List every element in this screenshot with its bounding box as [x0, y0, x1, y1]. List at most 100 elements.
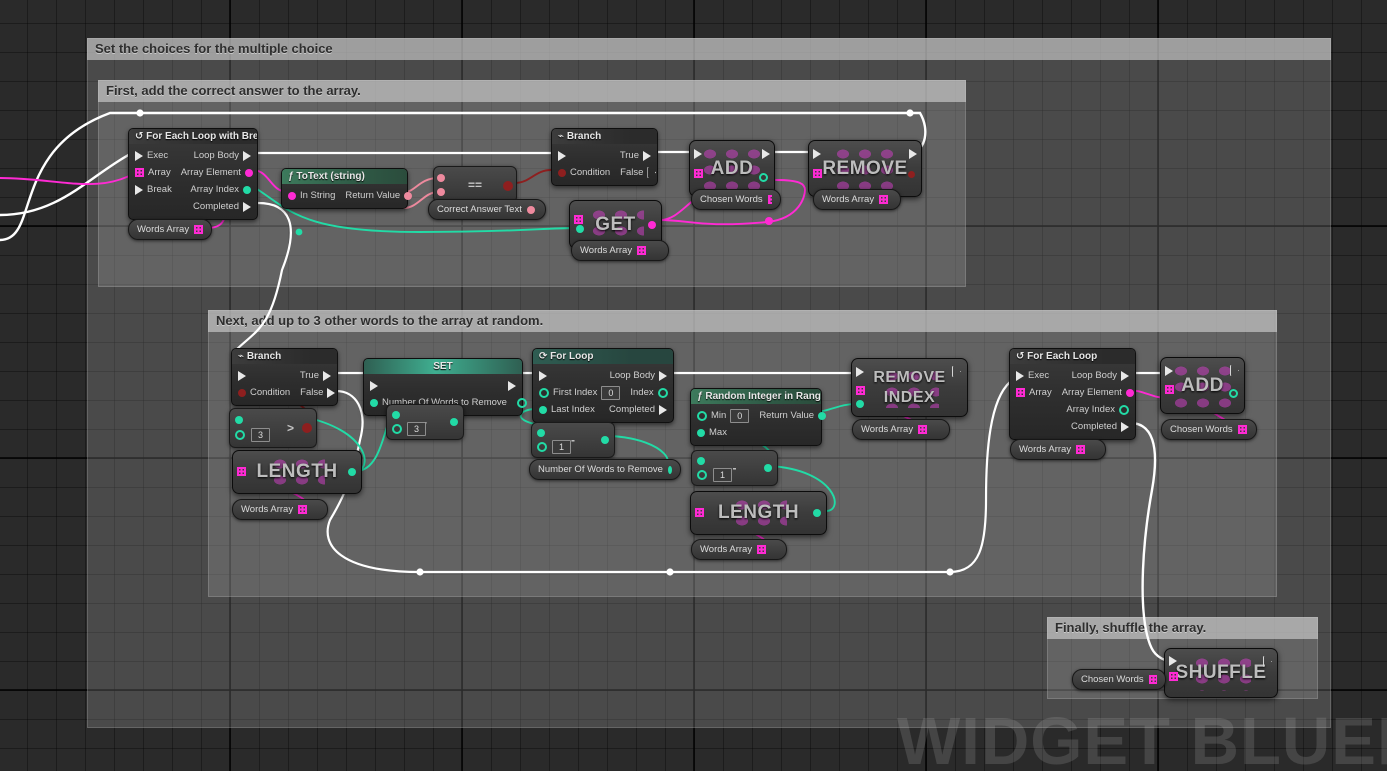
array-in-pin[interactable]: [574, 215, 583, 224]
index-out-pin[interactable]: [657, 387, 668, 398]
node-for-each-loop-with-break[interactable]: ↺ For Each Loop with Break Exec Loop Bod…: [128, 128, 258, 220]
variable-node-words-array-d[interactable]: Words Array: [691, 539, 787, 560]
exec-out-pin[interactable]: [952, 366, 961, 377]
array-in-pin[interactable]: [237, 467, 246, 476]
condition-pin[interactable]: [238, 388, 246, 397]
exec-false-pin[interactable]: [647, 167, 656, 178]
array-out-pin[interactable]: [757, 545, 767, 554]
min-value-field[interactable]: 0: [730, 408, 750, 423]
subtract-input-b-pin[interactable]: [697, 470, 707, 480]
node-equals-compare[interactable]: ==: [433, 166, 517, 203]
variable-node-words-array-a[interactable]: Words Array: [128, 219, 212, 240]
node-branch-2[interactable]: ⌁ Branch True Condition False: [231, 348, 338, 406]
value-out-pin[interactable]: [516, 397, 527, 408]
array-element-out-pin[interactable]: [244, 168, 253, 177]
variable-node-chosen-words-c[interactable]: Chosen Words: [1072, 669, 1166, 690]
node-subtract-3[interactable]: - 1: [691, 450, 778, 486]
array-in-pin[interactable]: [694, 169, 703, 178]
node-random-integer-in-range[interactable]: ƒ Random Integer in Range Min 0 Return V…: [690, 388, 827, 446]
array-index-out-pin[interactable]: [1119, 404, 1129, 415]
index-in-pin[interactable]: [576, 225, 584, 233]
compare-output-pin[interactable]: [503, 181, 513, 191]
exec-in-pin[interactable]: [694, 149, 702, 159]
node-remove-index[interactable]: REMOVE INDEX: [851, 358, 968, 417]
variable-node-chosen-words-b[interactable]: Chosen Words: [1161, 419, 1257, 440]
exec-in-pin[interactable]: [1016, 370, 1024, 381]
subtract-input-a-pin[interactable]: [697, 457, 705, 465]
exec-in-pin[interactable]: [238, 370, 246, 381]
variable-node-words-array-get[interactable]: Words Array: [571, 240, 669, 261]
last-index-pin[interactable]: [539, 405, 547, 414]
subtract-input-b-pin[interactable]: [537, 442, 547, 452]
array-out-pin[interactable]: [1076, 445, 1086, 454]
value-out-pin[interactable]: [667, 465, 672, 474]
exec-out-pin[interactable]: [508, 380, 516, 391]
compare-input-b-pin[interactable]: [235, 430, 245, 440]
variable-node-chosen-words-a[interactable]: Chosen Words: [691, 189, 781, 210]
return-value-pin[interactable]: [404, 191, 413, 200]
first-index-pin[interactable]: [539, 387, 549, 398]
variable-node-correct-answer-text[interactable]: Correct Answer Text: [428, 199, 546, 220]
exec-break-pin[interactable]: [135, 184, 143, 195]
variable-node-words-array-f[interactable]: Words Array: [1010, 439, 1106, 460]
array-in-pin[interactable]: [135, 168, 144, 177]
exec-out-pin[interactable]: [1263, 656, 1272, 667]
exec-in-pin[interactable]: [813, 149, 821, 159]
exec-loop-body-pin[interactable]: [1121, 370, 1129, 381]
subtract-output-pin[interactable]: [764, 464, 772, 472]
return-value-pin[interactable]: [818, 411, 827, 420]
subtract-input-b-pin[interactable]: [392, 424, 402, 434]
exec-false-pin[interactable]: [327, 387, 336, 398]
array-in-pin[interactable]: [695, 508, 704, 517]
array-in-pin[interactable]: [1169, 672, 1178, 681]
was-removed-pin[interactable]: [908, 171, 915, 178]
exec-out-pin[interactable]: [762, 149, 770, 159]
subtract-value-field[interactable]: 1: [713, 468, 732, 482]
exec-true-pin[interactable]: [323, 370, 331, 381]
array-in-pin[interactable]: [1016, 388, 1025, 397]
subtract-output-pin[interactable]: [601, 436, 609, 444]
exec-in-pin[interactable]: [1169, 656, 1177, 666]
array-out-pin[interactable]: [637, 246, 647, 255]
node-subtract-2[interactable]: - 1: [531, 422, 615, 458]
variable-node-words-array-e[interactable]: Words Array: [852, 419, 950, 440]
exec-in-pin[interactable]: [558, 150, 566, 161]
subtract-value-field[interactable]: 3: [407, 422, 426, 436]
condition-pin[interactable]: [558, 168, 566, 177]
node-for-loop[interactable]: ⟳ For Loop Loop Body First Index 0 Index…: [532, 348, 674, 423]
node-add-2[interactable]: ADD: [1160, 357, 1245, 414]
exec-out-pin[interactable]: [909, 149, 917, 159]
compare-input-a-pin[interactable]: [437, 174, 445, 182]
array-out-pin[interactable]: [918, 425, 928, 434]
exec-completed-pin[interactable]: [1121, 421, 1129, 432]
item-out-pin[interactable]: [648, 221, 656, 229]
array-element-out-pin[interactable]: [1125, 388, 1134, 397]
return-index-pin[interactable]: [1229, 389, 1238, 398]
array-in-pin[interactable]: [1165, 385, 1174, 394]
blueprint-graph-canvas[interactable]: WIDGET BLUEP Set the choices for the mul…: [0, 0, 1387, 771]
exec-completed-pin[interactable]: [243, 201, 251, 212]
subtract-input-a-pin[interactable]: [392, 411, 400, 419]
length-out-pin[interactable]: [813, 509, 821, 517]
compare-input-b-pin[interactable]: [437, 188, 445, 196]
array-out-pin[interactable]: [1237, 425, 1247, 434]
node-to-text-string[interactable]: ƒ ToText (string) In String Return Value: [281, 168, 413, 209]
exec-in-pin[interactable]: [1165, 366, 1173, 376]
array-index-out-pin[interactable]: [243, 185, 251, 194]
compare-value-field[interactable]: 3: [251, 428, 270, 442]
length-out-pin[interactable]: [348, 468, 356, 476]
exec-in-pin[interactable]: [539, 370, 547, 381]
exec-true-pin[interactable]: [643, 150, 651, 161]
array-out-pin[interactable]: [194, 225, 203, 234]
subtract-output-pin[interactable]: [450, 418, 458, 426]
node-shuffle[interactable]: SHUFFLE: [1164, 648, 1278, 698]
array-out-pin[interactable]: [879, 195, 889, 204]
node-branch-1[interactable]: ⌁ Branch True Condition False: [551, 128, 658, 186]
first-index-field[interactable]: 0: [601, 385, 621, 400]
value-in-pin[interactable]: [370, 398, 378, 407]
array-out-pin[interactable]: [767, 195, 772, 204]
min-pin[interactable]: [697, 410, 707, 421]
subtract-value-field[interactable]: 1: [552, 440, 571, 454]
array-in-pin[interactable]: [856, 386, 865, 395]
node-length-1[interactable]: LENGTH: [232, 450, 362, 494]
